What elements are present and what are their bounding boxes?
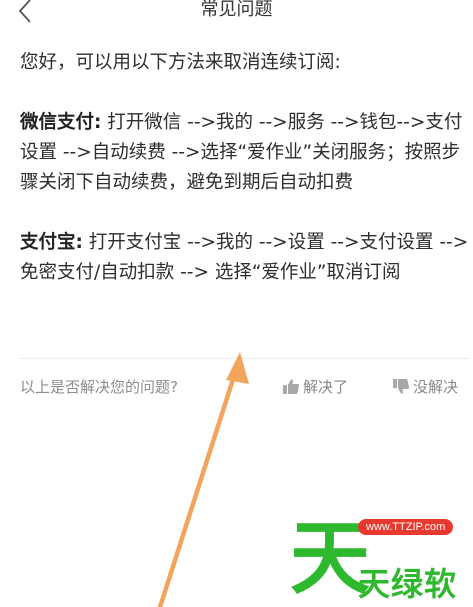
divider <box>20 358 470 359</box>
unsolved-button[interactable]: 没解决 <box>392 376 458 397</box>
site-watermark: 天 www.TTZIP.com 天绿软 <box>288 517 473 607</box>
top-bar: 常见问题 <box>0 0 473 28</box>
feedback-bar: 以上是否解决您的问题? 解决了 没解决 <box>20 374 470 402</box>
faq-answer: 您好，可以用以下方法来取消连续订阅: 微信支付: 打开微信 -->我的 -->服… <box>20 48 470 318</box>
wechat-instructions: 微信支付: 打开微信 -->我的 -->服务 -->钱包-->支付设置 -->自… <box>20 108 470 198</box>
alipay-label: 支付宝: <box>20 232 83 253</box>
watermark-brand: 天绿软 <box>358 565 458 603</box>
solved-button[interactable]: 解决了 <box>282 376 348 397</box>
alipay-steps: 打开支付宝 -->我的 -->设置 -->支付设置 -->免密支付/自动扣款 -… <box>20 232 469 283</box>
page-title: 常见问题 <box>200 0 273 20</box>
feedback-question: 以上是否解决您的问题? <box>20 378 178 396</box>
wechat-label: 微信支付: <box>20 112 102 133</box>
watermark-url: www.TTZIP.com <box>358 519 454 535</box>
unsolved-label: 没解决 <box>413 378 459 396</box>
thumbs-up-icon <box>283 379 300 394</box>
solved-label: 解决了 <box>303 378 349 396</box>
thumbs-down-icon <box>393 379 410 394</box>
intro-text: 您好，可以用以下方法来取消连续订阅: <box>20 52 341 73</box>
alipay-instructions: 支付宝: 打开支付宝 -->我的 -->设置 -->支付设置 -->免密支付/自… <box>20 228 470 288</box>
